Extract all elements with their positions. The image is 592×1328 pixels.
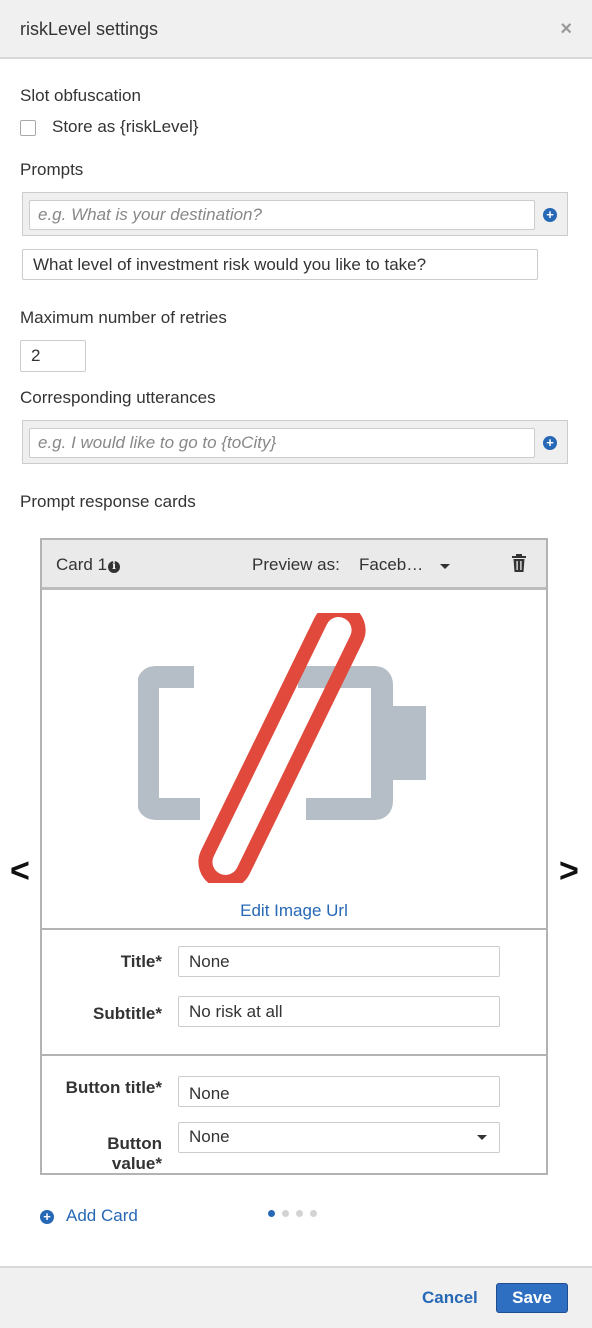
utterances-label: Corresponding utterances — [20, 388, 216, 407]
chevron-down-icon — [477, 1135, 487, 1140]
slot-obfuscation-label: Slot obfuscation — [20, 86, 141, 105]
cancel-button[interactable]: Cancel — [422, 1288, 478, 1308]
info-icon[interactable]: i — [108, 561, 121, 573]
broken-image-icon — [138, 613, 426, 883]
prompt-input[interactable] — [29, 200, 535, 230]
title-label: Title* — [120, 952, 162, 971]
button-value-label-line1: Button — [107, 1134, 162, 1153]
prompt-item[interactable]: What level of investment risk would you … — [22, 249, 538, 280]
dialog-title: riskLevel settings — [20, 19, 159, 39]
pagination-dot[interactable] — [310, 1210, 317, 1217]
button-value-label-line2: value* — [111, 1154, 162, 1173]
add-prompt-icon[interactable]: + — [543, 208, 557, 222]
button-value-select[interactable]: None — [178, 1122, 500, 1153]
preview-platform-select[interactable]: Faceb… — [359, 555, 423, 575]
add-card-icon: + — [40, 1210, 54, 1224]
edit-image-url-link[interactable]: Edit Image Url — [42, 901, 546, 921]
pagination-dot[interactable] — [268, 1210, 275, 1217]
prompt-input-group: + — [22, 192, 568, 236]
button-title-label: Button title* — [65, 1078, 162, 1097]
add-utterance-icon[interactable]: + — [543, 436, 557, 450]
button-value-label: Button value* — [107, 1134, 162, 1174]
trash-icon[interactable] — [512, 554, 526, 572]
card-header: Card 1i Preview as: Faceb… — [42, 540, 546, 590]
button-title-input[interactable]: None — [178, 1076, 500, 1107]
title-input[interactable]: None — [178, 946, 500, 977]
card-title-text: Card 1 — [56, 555, 108, 574]
pagination-dot[interactable] — [282, 1210, 289, 1217]
pagination-dot[interactable] — [296, 1210, 303, 1217]
max-retries-label: Maximum number of retries — [20, 308, 227, 327]
dialog-footer: Cancel Save — [0, 1266, 592, 1328]
save-button[interactable]: Save — [496, 1283, 568, 1313]
card-title: Card 1i — [56, 555, 121, 575]
chevron-down-icon[interactable] — [440, 564, 450, 569]
store-as-checkbox[interactable] — [20, 120, 36, 136]
prompts-label: Prompts — [20, 160, 84, 179]
subtitle-label: Subtitle* — [93, 1004, 162, 1023]
button-value-selected: None — [189, 1127, 230, 1146]
card-button-fields: Button title* None Button value* None — [42, 1056, 546, 1173]
subtitle-input[interactable]: No risk at all — [178, 996, 500, 1027]
utterance-input[interactable] — [29, 428, 535, 458]
response-cards-label: Prompt response cards — [20, 492, 196, 511]
dialog-header: riskLevel settings × — [0, 0, 592, 59]
card-pagination — [268, 1210, 317, 1217]
response-card: Card 1i Preview as: Faceb… Edit Image Ur… — [40, 538, 548, 1175]
max-retries-input[interactable]: 2 — [20, 340, 86, 372]
prev-card-arrow-icon[interactable]: < — [10, 852, 30, 891]
add-card-label: Add Card — [66, 1206, 138, 1225]
preview-as-label: Preview as: — [252, 555, 340, 574]
card-title-fields: Title* None Subtitle* No risk at all — [42, 930, 546, 1056]
close-icon[interactable]: × — [560, 18, 572, 40]
store-as-checkbox-label[interactable]: Store as {riskLevel} — [52, 117, 198, 137]
add-card-button[interactable]: + Add Card — [40, 1206, 138, 1226]
card-image-area: Edit Image Url — [42, 593, 546, 930]
utterance-input-group: + — [22, 420, 568, 464]
next-card-arrow-icon[interactable]: > — [559, 852, 579, 891]
